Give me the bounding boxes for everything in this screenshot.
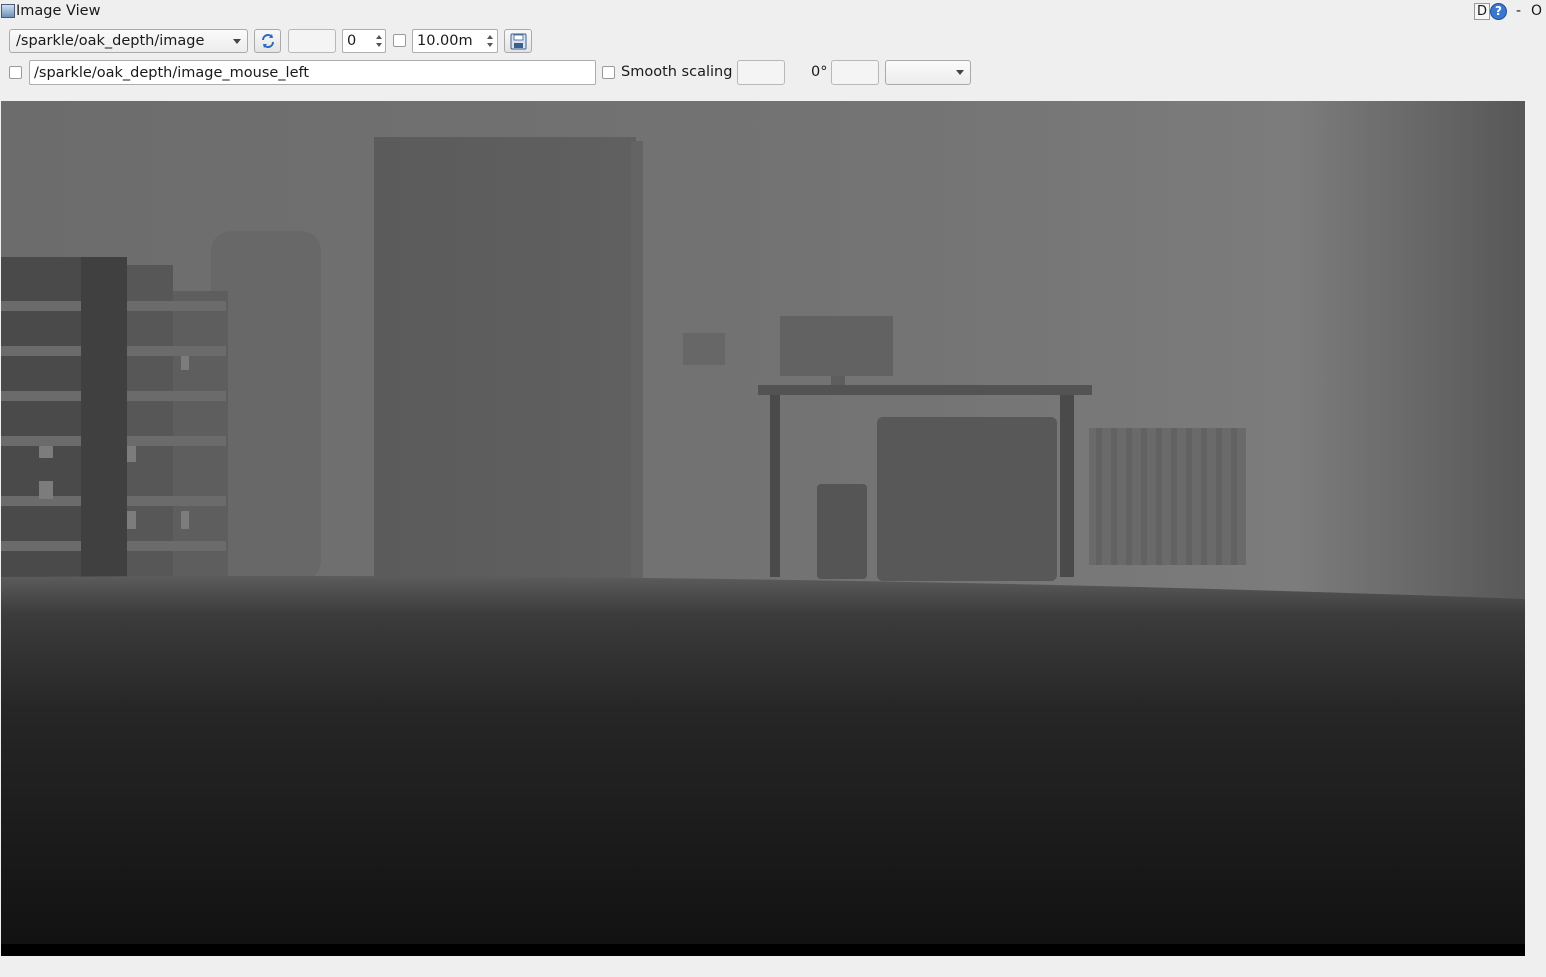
mouse-publish-checkbox[interactable]: [9, 66, 22, 79]
color-scheme-select[interactable]: [885, 60, 971, 85]
mouse-topic-input[interactable]: /sparkle/oak_depth/image_mouse_left: [29, 60, 596, 85]
spin-down-icon[interactable]: [487, 43, 493, 47]
window-icon: [1, 4, 15, 18]
save-icon: [510, 33, 527, 50]
chevron-down-icon: [233, 39, 241, 44]
value-spinbox-text: 0: [347, 33, 357, 49]
topic-select[interactable]: /sparkle/oak_depth/image: [9, 29, 248, 53]
smooth-scaling-checkbox[interactable]: [602, 66, 615, 79]
refresh-topics-button[interactable]: [254, 29, 281, 53]
max-depth-spinbox[interactable]: 10.00m: [412, 29, 498, 53]
spin-up-icon[interactable]: [376, 35, 382, 39]
rotation-label: 0°: [811, 64, 828, 80]
value-spinbox[interactable]: 0: [342, 29, 386, 53]
dock-button[interactable]: D: [1474, 3, 1490, 20]
close-button[interactable]: O: [1531, 2, 1542, 20]
save-image-button[interactable]: [504, 29, 532, 53]
dynamic-range-checkbox[interactable]: [393, 34, 406, 47]
help-icon[interactable]: ?: [1490, 3, 1507, 20]
rotate-right-button[interactable]: [831, 60, 879, 85]
smooth-scaling-label: Smooth scaling: [621, 64, 733, 80]
minimize-button[interactable]: -: [1516, 2, 1521, 20]
image-viewport[interactable]: [1, 101, 1525, 956]
min-value-field[interactable]: [288, 29, 336, 53]
depth-image: [1, 101, 1525, 956]
chevron-down-icon: [956, 70, 964, 75]
spin-down-icon[interactable]: [376, 43, 382, 47]
topic-select-value: /sparkle/oak_depth/image: [16, 33, 205, 49]
spin-up-icon[interactable]: [487, 35, 493, 39]
max-depth-text: 10.00m: [417, 33, 473, 49]
window-title: Image View: [16, 3, 101, 19]
mouse-topic-text: /sparkle/oak_depth/image_mouse_left: [34, 65, 310, 81]
refresh-icon: [262, 34, 274, 48]
rotate-left-button[interactable]: [737, 60, 785, 85]
